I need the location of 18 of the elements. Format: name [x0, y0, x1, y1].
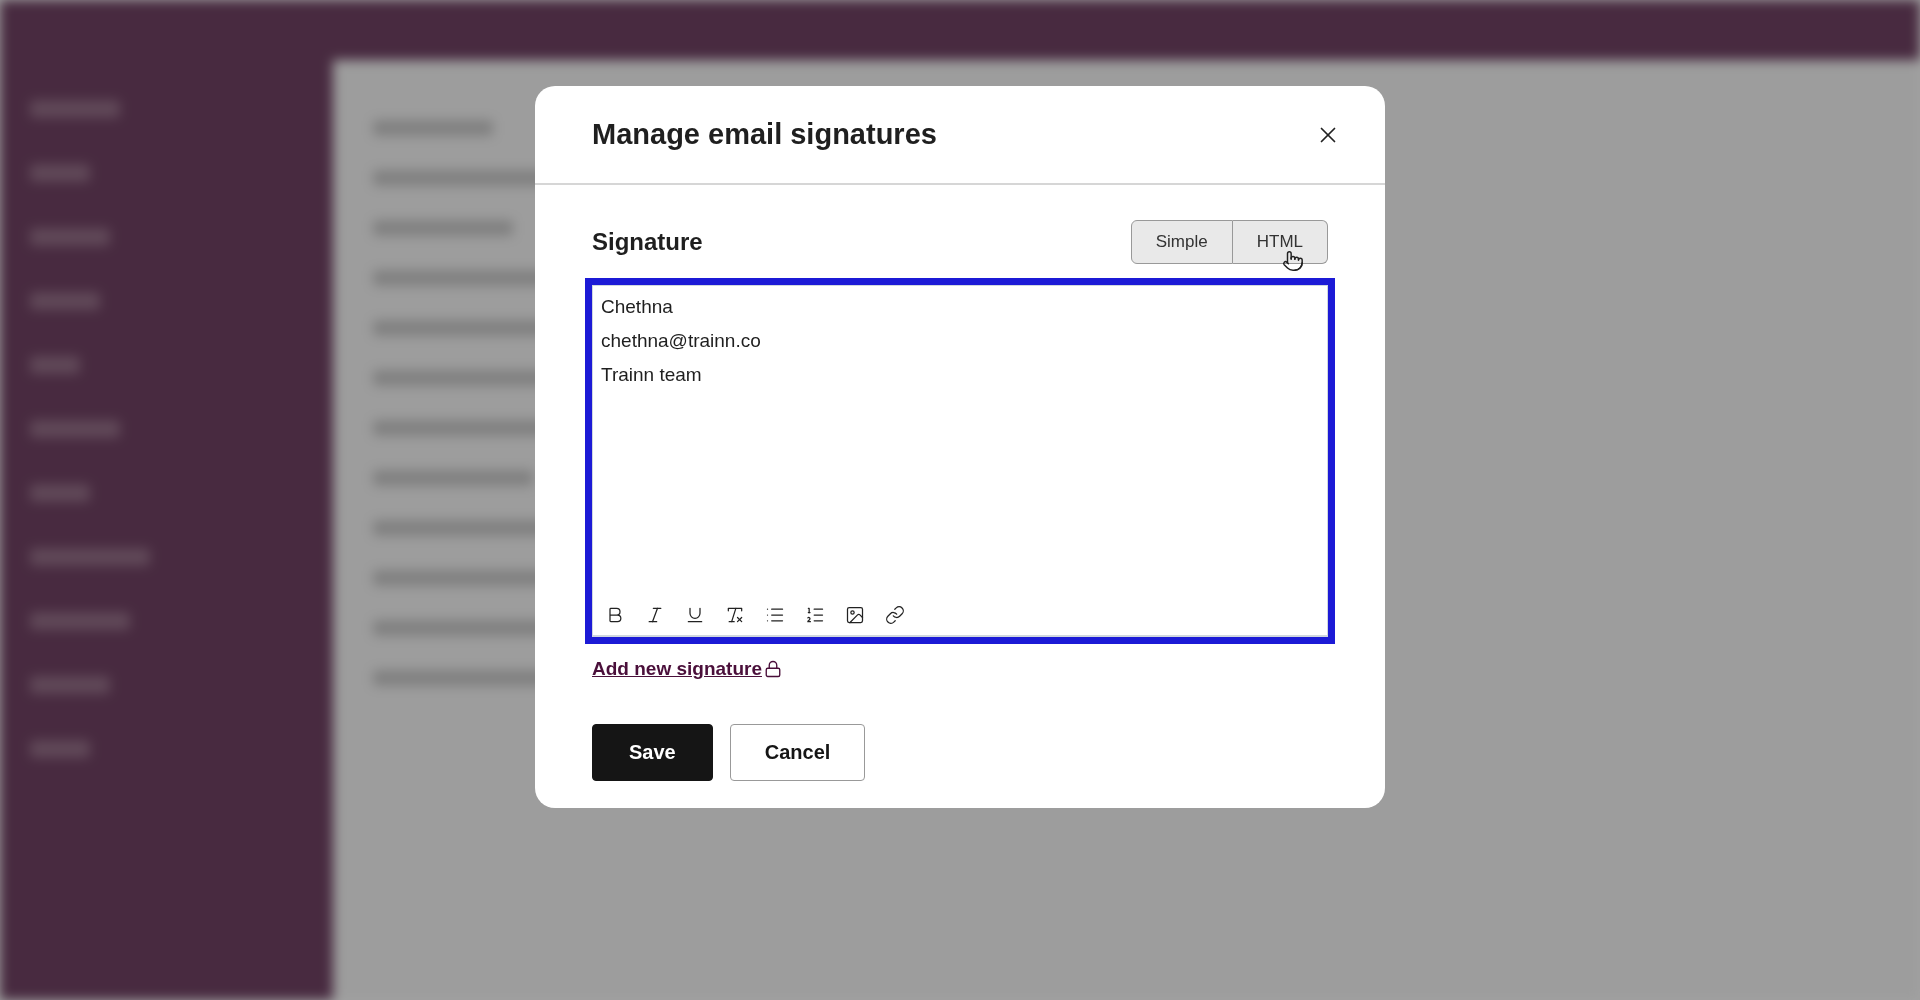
- numbered-list-icon[interactable]: [805, 605, 825, 625]
- signature-editor[interactable]: Chethna chethna@trainn.co Trainn team: [585, 278, 1335, 644]
- clear-formatting-icon[interactable]: [725, 605, 745, 625]
- dialog-title: Manage email signatures: [592, 118, 937, 151]
- signature-line: Chethna: [601, 296, 674, 318]
- pointer-cursor-icon: [1282, 250, 1304, 272]
- signature-line: chethna@trainn.co: [601, 330, 762, 352]
- underline-icon[interactable]: [685, 605, 705, 625]
- cancel-button[interactable]: Cancel: [729, 724, 866, 781]
- save-button[interactable]: Save: [592, 724, 713, 781]
- mode-toggle-button[interactable]: HTML: [1232, 220, 1328, 264]
- mode-toggle-button[interactable]: Simple: [1130, 220, 1233, 264]
- signature-label: Signature: [592, 228, 703, 256]
- add-signature-link[interactable]: Add new signature: [592, 658, 762, 680]
- link-icon[interactable]: [885, 605, 905, 625]
- image-icon[interactable]: [845, 605, 865, 625]
- signature-line: Trainn team: [601, 364, 703, 386]
- lock-icon: [763, 660, 782, 678]
